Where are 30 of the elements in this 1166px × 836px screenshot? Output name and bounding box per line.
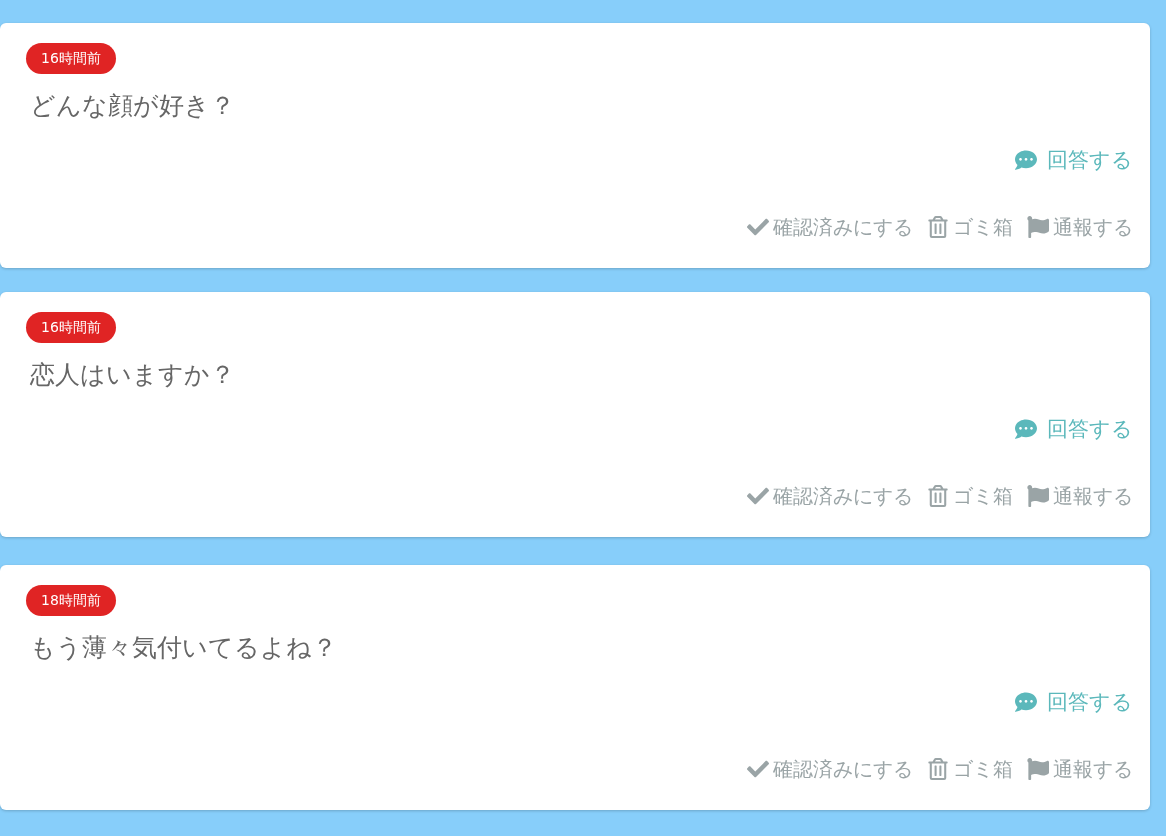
- trash-link[interactable]: ゴミ箱: [927, 755, 1013, 783]
- time-badge: 16時間前: [26, 43, 116, 74]
- trash-icon: [927, 758, 949, 780]
- report-link[interactable]: 通報する: [1027, 213, 1133, 241]
- mark-read-link[interactable]: 確認済みにする: [747, 213, 913, 241]
- question-text: もう薄々気付いてるよね？: [30, 632, 338, 664]
- comment-icon: [1013, 149, 1039, 171]
- comment-icon: [1013, 691, 1039, 713]
- answer-link[interactable]: 回答する: [1013, 414, 1133, 444]
- mark-read-link[interactable]: 確認済みにする: [747, 482, 913, 510]
- check-icon: [747, 216, 769, 238]
- time-badge: 18時間前: [26, 585, 116, 616]
- trash-icon: [927, 485, 949, 507]
- trash-icon: [927, 216, 949, 238]
- check-icon: [747, 485, 769, 507]
- report-link[interactable]: 通報する: [1027, 482, 1133, 510]
- check-icon: [747, 758, 769, 780]
- answer-link[interactable]: 回答する: [1013, 687, 1133, 717]
- time-badge: 16時間前: [26, 312, 116, 343]
- report-link[interactable]: 通報する: [1027, 755, 1133, 783]
- question-text: 恋人はいますか？: [30, 359, 236, 391]
- flag-icon: [1027, 216, 1049, 238]
- question-text: どんな顔が好き？: [30, 90, 236, 122]
- comment-icon: [1013, 418, 1039, 440]
- trash-link[interactable]: ゴミ箱: [927, 482, 1013, 510]
- mark-read-link[interactable]: 確認済みにする: [747, 755, 913, 783]
- flag-icon: [1027, 758, 1049, 780]
- trash-link[interactable]: ゴミ箱: [927, 213, 1013, 241]
- answer-link[interactable]: 回答する: [1013, 145, 1133, 175]
- flag-icon: [1027, 485, 1049, 507]
